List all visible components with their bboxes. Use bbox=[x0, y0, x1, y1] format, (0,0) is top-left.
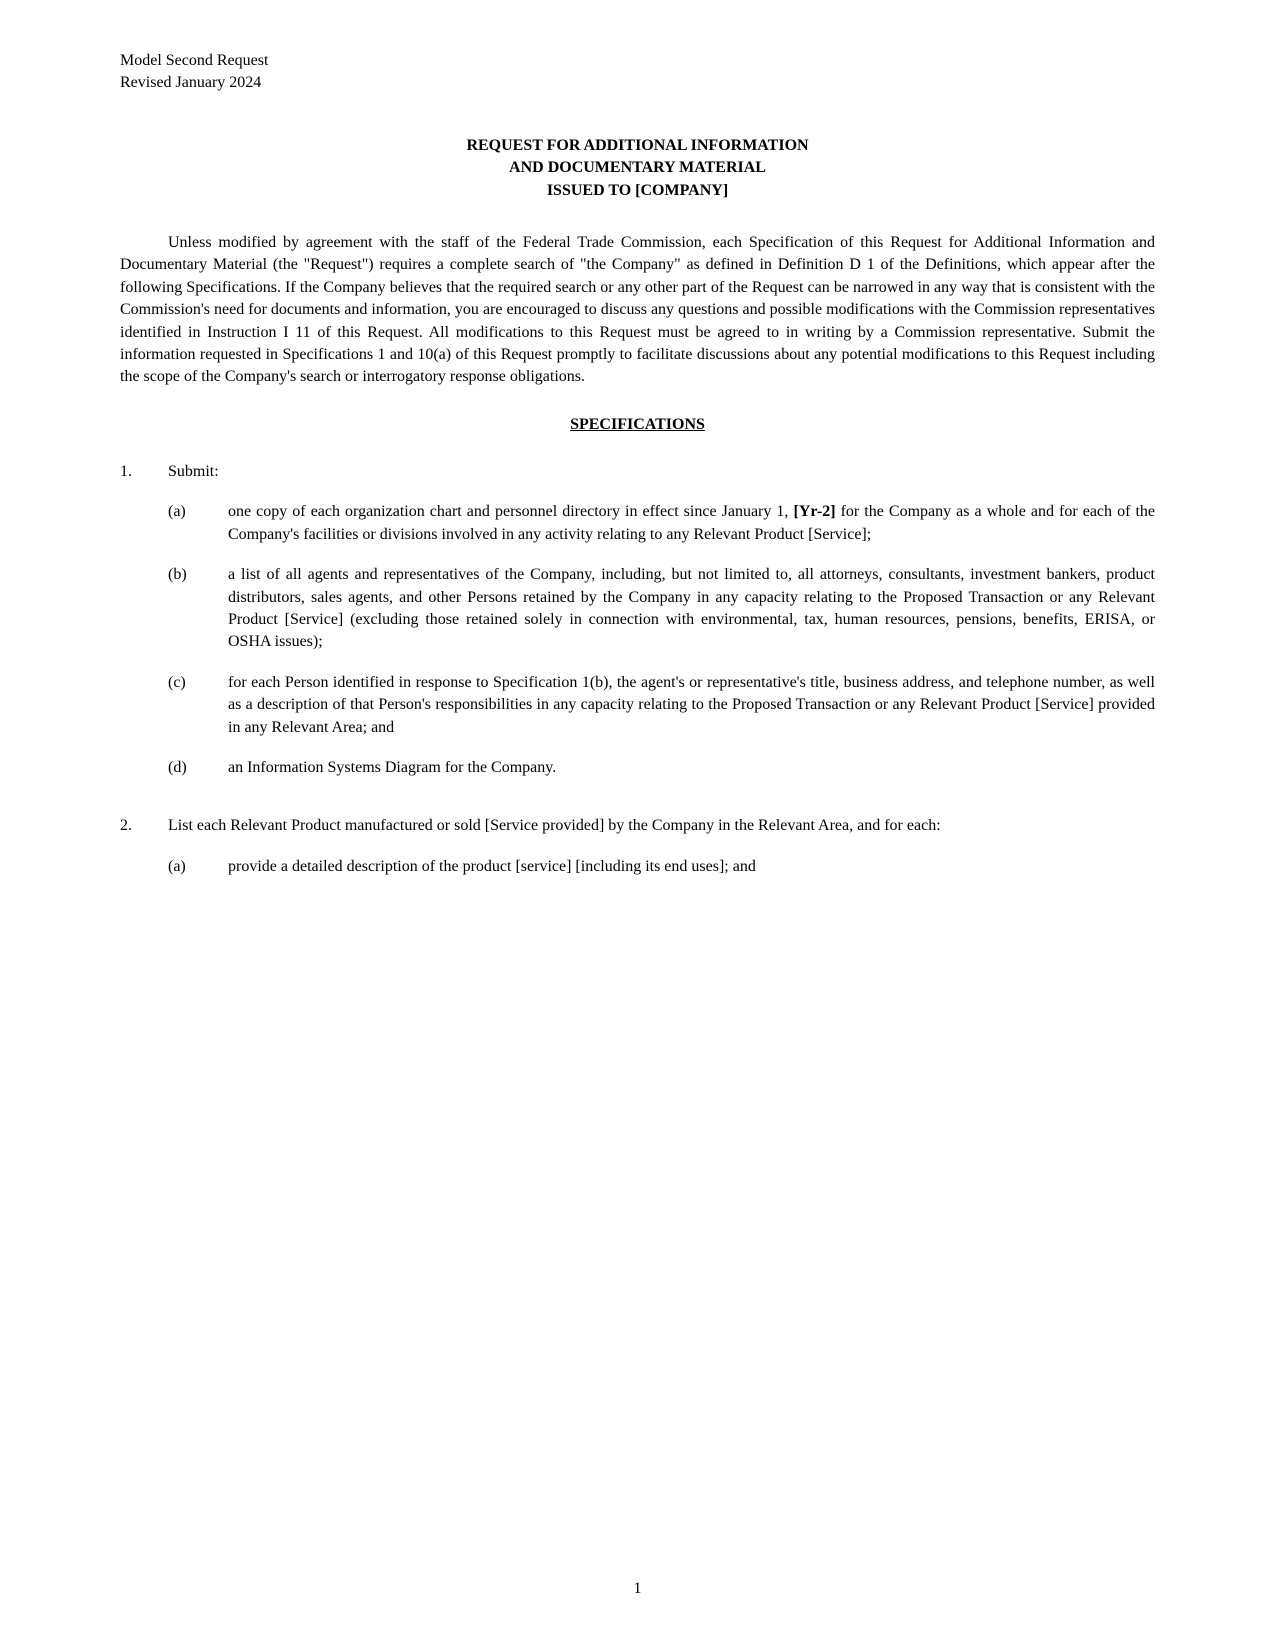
sub-label: (c) bbox=[168, 672, 228, 739]
sub-content: provide a detailed description of the pr… bbox=[228, 856, 1155, 878]
sub-list: (a) provide a detailed description of th… bbox=[168, 856, 1155, 878]
header-line-1: Model Second Request bbox=[120, 50, 1155, 72]
document-header: Model Second Request Revised January 202… bbox=[120, 50, 1155, 95]
year-bold: [Yr-2] bbox=[793, 503, 835, 520]
sub-content: an Information Systems Diagram for the C… bbox=[228, 757, 1155, 779]
sub-item-a: (a) provide a detailed description of th… bbox=[168, 856, 1155, 878]
title-line-2: AND DOCUMENTARY MATERIAL bbox=[120, 157, 1155, 179]
sub-list: (a) one copy of each organization chart … bbox=[168, 501, 1155, 779]
sub-content: for each Person identified in response t… bbox=[228, 672, 1155, 739]
intro-paragraph: Unless modified by agreement with the st… bbox=[120, 232, 1155, 389]
intro-text: Unless modified by agreement with the st… bbox=[120, 234, 1155, 385]
specifications-list: 1. Submit: (a) one copy of each organiza… bbox=[120, 461, 1155, 896]
sub-label: (a) bbox=[168, 501, 228, 546]
document-title: REQUEST FOR ADDITIONAL INFORMATION AND D… bbox=[120, 135, 1155, 202]
sub-label: (d) bbox=[168, 757, 228, 779]
spec-content: Submit: (a) one copy of each organizatio… bbox=[168, 461, 1155, 797]
sub-label: (b) bbox=[168, 564, 228, 654]
title-line-3: ISSUED TO [COMPANY] bbox=[120, 180, 1155, 202]
sub-label: (a) bbox=[168, 856, 228, 878]
sub-item-b: (b) a list of all agents and representat… bbox=[168, 564, 1155, 654]
section-heading: SPECIFICATIONS bbox=[120, 414, 1155, 436]
spec-content: List each Relevant Product manufactured … bbox=[168, 815, 1155, 896]
sub-content: one copy of each organization chart and … bbox=[228, 501, 1155, 546]
title-line-1: REQUEST FOR ADDITIONAL INFORMATION bbox=[120, 135, 1155, 157]
spec-item-1: 1. Submit: (a) one copy of each organiza… bbox=[120, 461, 1155, 797]
sub-content: a list of all agents and representatives… bbox=[228, 564, 1155, 654]
page-number: 1 bbox=[0, 1578, 1275, 1600]
header-line-2: Revised January 2024 bbox=[120, 72, 1155, 94]
sub-item-c: (c) for each Person identified in respon… bbox=[168, 672, 1155, 739]
spec-item-2: 2. List each Relevant Product manufactur… bbox=[120, 815, 1155, 896]
spec-number: 1. bbox=[120, 461, 168, 797]
spec-intro-text: List each Relevant Product manufactured … bbox=[168, 815, 1155, 837]
spec-number: 2. bbox=[120, 815, 168, 896]
sub-item-a: (a) one copy of each organization chart … bbox=[168, 501, 1155, 546]
sub-item-d: (d) an Information Systems Diagram for t… bbox=[168, 757, 1155, 779]
spec-intro-text: Submit: bbox=[168, 461, 1155, 483]
